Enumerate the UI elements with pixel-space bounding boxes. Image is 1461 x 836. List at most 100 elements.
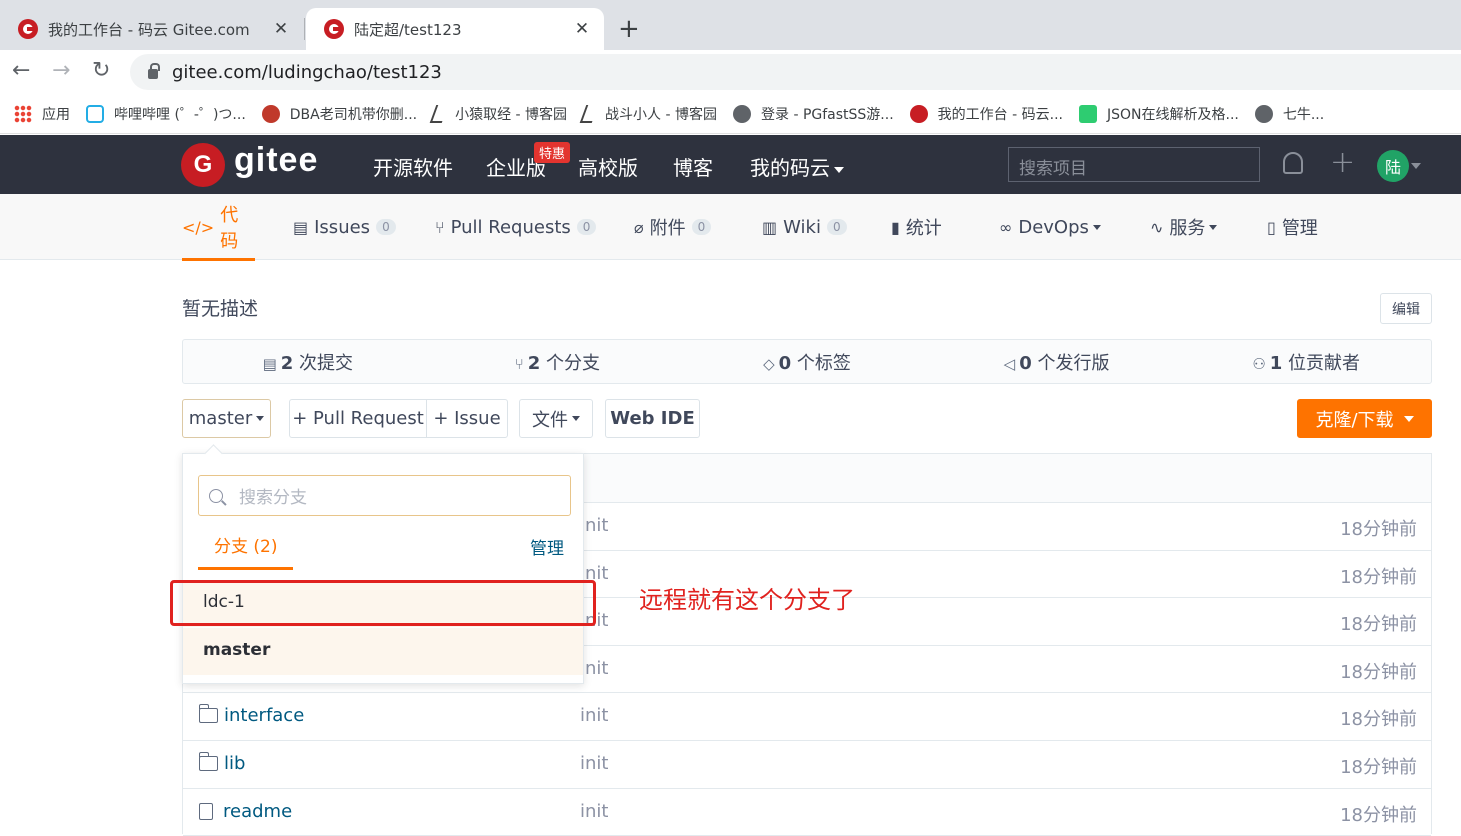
reload-icon[interactable]: ↻ [92,58,110,83]
file-name: readme [223,800,293,822]
bookmark-item[interactable]: 应用 [14,104,70,124]
file-link[interactable]: readme [199,801,292,822]
web-ide-button[interactable]: Web IDE [605,399,700,438]
site-logo-text[interactable]: gitee [234,141,318,180]
clone-download-button[interactable]: 克隆/下载 [1297,399,1432,438]
tab-label: 服务 [1169,218,1206,239]
search-icon [209,488,223,503]
tab-stats[interactable]: ▮ 统计 [891,194,942,260]
pull-request-icon: ⑂ [435,217,445,237]
gitee-logo-icon[interactable]: G [181,143,225,187]
bookmark-item[interactable]: 哔哩哔哩 (゜-゜)つ... [86,104,246,124]
file-link[interactable]: interface [198,704,305,727]
attachment-icon: ⌀ [634,217,644,237]
issue-button[interactable]: + Issue [426,399,508,438]
tab-issues[interactable]: ▤ Issues 0 [293,194,396,260]
service-icon: ∿ [1150,217,1164,237]
stat-number: 1 [1269,352,1283,374]
gitee-favicon-icon [324,19,344,39]
folder-icon [198,704,218,724]
json-icon [1078,104,1097,123]
branch-dropdown: 搜索分支 分支 (2) 管理 ldc-1 master [182,453,584,684]
stat-tags[interactable]: ◇ 0 个标签 [682,349,932,375]
manage-branches-link[interactable]: 管理 [530,534,564,559]
tab-service[interactable]: ∿ 服务 [1150,194,1218,260]
tab-code[interactable]: </> 代码 [182,194,255,261]
bookmark-label: 登录 - PGfastSS游... [761,106,894,123]
stat-contributors[interactable]: ⚇ 1 位贡献者 [1181,349,1431,375]
close-tab-icon[interactable]: ✕ [572,19,592,39]
nav-my-gitee-label: 我的码云 [750,156,830,180]
tab-label: 管理 [1281,218,1318,239]
count-badge: 0 [691,219,712,235]
tab-manage[interactable]: ▯ 管理 [1267,194,1318,260]
address-bar[interactable]: gitee.com/ludingchao/test123 [130,54,1461,90]
bookmark-item[interactable]: 登录 - PGfastSS游... [733,104,894,124]
bookmark-item[interactable]: 战斗小人 - 博客园 [579,104,717,124]
tab-attachments[interactable]: ⌀ 附件 0 [634,194,712,260]
branch-select-button[interactable]: master [182,399,271,438]
stat-number: 2 [280,352,294,374]
tab-wiki[interactable]: ▥ Wiki 0 [762,194,847,260]
tab-devops[interactable]: ∞ DevOps [999,194,1101,260]
file-name: interface [224,705,305,727]
nav-blog[interactable]: 博客 [673,152,713,181]
count-badge: 0 [826,219,847,235]
tab-title: 我的工作台 - 码云 Gitee.com [48,20,250,39]
nav-open-source[interactable]: 开源软件 [373,152,453,181]
file-menu-button[interactable]: 文件 [519,399,593,438]
chevron-down-icon [1403,415,1414,422]
bookmark-item[interactable]: 小猿取经 - 博客园 [429,104,567,124]
bookmark-item[interactable]: 七牛... [1254,104,1325,124]
notification-bell-icon[interactable] [1283,152,1303,174]
chevron-down-icon [572,416,580,421]
commit-message[interactable]: init [580,801,608,822]
branch-item-master[interactable]: master [183,628,583,675]
file-icon [199,802,213,820]
globe-icon [733,104,751,123]
repo-tabs: </> 代码 ▤ Issues 0 ⑂ Pull Requests 0 ⌀ 附件 0 ▥ Wik… [0,194,1461,261]
branch-search-input[interactable]: 搜索分支 [198,475,571,516]
nav-education[interactable]: 高校版 [578,152,638,181]
site-header: G gitee 开源软件 企业版 特惠 高校版 博客 我的码云 搜索项目 + [0,135,1461,194]
stats-icon: ▮ [891,217,900,237]
bookmark-label: 七牛... [1282,106,1325,123]
new-tab-icon[interactable]: + [618,14,640,44]
project-search-input[interactable]: 搜索项目 [1008,147,1260,182]
tab-label: DevOps [1018,216,1089,238]
table-row: lib init 18分钟前 [183,741,1431,789]
nav-my-gitee[interactable]: 我的码云 [750,152,844,181]
stat-branches[interactable]: ⑂ 2 个分支 [433,349,683,375]
folder-icon [198,751,218,771]
chevron-down-icon[interactable] [1411,163,1421,169]
annotation-highlight-box [170,580,596,626]
bookmark-item[interactable]: DBA老司机带你删... [261,104,417,124]
bookmark-item[interactable]: JSON在线解析及格... [1078,104,1239,124]
browser-tab-workbench[interactable]: 我的工作台 - 码云 Gitee.com ✕ [0,8,303,50]
file-link[interactable]: lib [198,751,245,774]
stat-releases[interactable]: ◁ 0 个发行版 [932,349,1182,375]
back-icon[interactable]: ← [12,58,30,83]
close-tab-icon[interactable]: ✕ [271,19,291,39]
tab-branches[interactable]: 分支 (2) [198,532,293,570]
commit-message[interactable]: init [580,705,608,726]
branch-select-label: master [188,408,253,429]
commit-message[interactable]: init [580,658,608,679]
bookmark-label: 战斗小人 - 博客园 [605,106,717,123]
bookmark-item[interactable]: 我的工作台 - 码云... [909,104,1063,124]
browser-tab-repo[interactable]: 陆定超/test123 ✕ [306,8,604,50]
tab-pull-requests[interactable]: ⑂ Pull Requests 0 [435,194,597,260]
tab-label: Issues [314,216,371,238]
globe-icon [1254,104,1273,123]
commit-message[interactable]: init [580,753,608,774]
chevron-down-icon [1209,224,1218,230]
forward-icon[interactable]: → [52,58,70,83]
browser-tab-strip: 我的工作台 - 码云 Gitee.com ✕ 陆定超/test123 ✕ + [0,0,1461,50]
create-plus-icon[interactable]: + [1330,145,1355,180]
stat-commits[interactable]: ▤ 2 次提交 [183,349,433,375]
commit-message[interactable]: init [580,515,608,536]
pull-request-button[interactable]: + Pull Request [289,399,427,438]
stat-label: 个标签 [796,352,851,374]
edit-button[interactable]: 编辑 [1380,293,1432,324]
avatar[interactable]: 陆 [1377,150,1409,182]
